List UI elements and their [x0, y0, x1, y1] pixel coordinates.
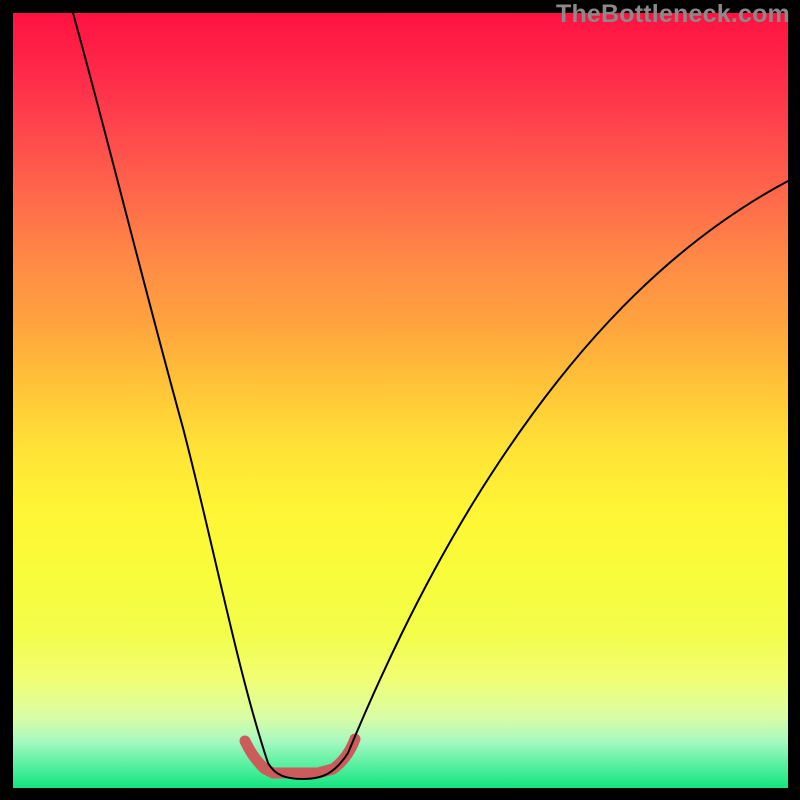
- chart-stage: TheBottleneck.com: [0, 0, 800, 800]
- bottleneck-curve: [73, 13, 788, 779]
- plot-area: [13, 13, 788, 788]
- watermark-text: TheBottleneck.com: [556, 0, 790, 29]
- curve-layer: [13, 13, 788, 788]
